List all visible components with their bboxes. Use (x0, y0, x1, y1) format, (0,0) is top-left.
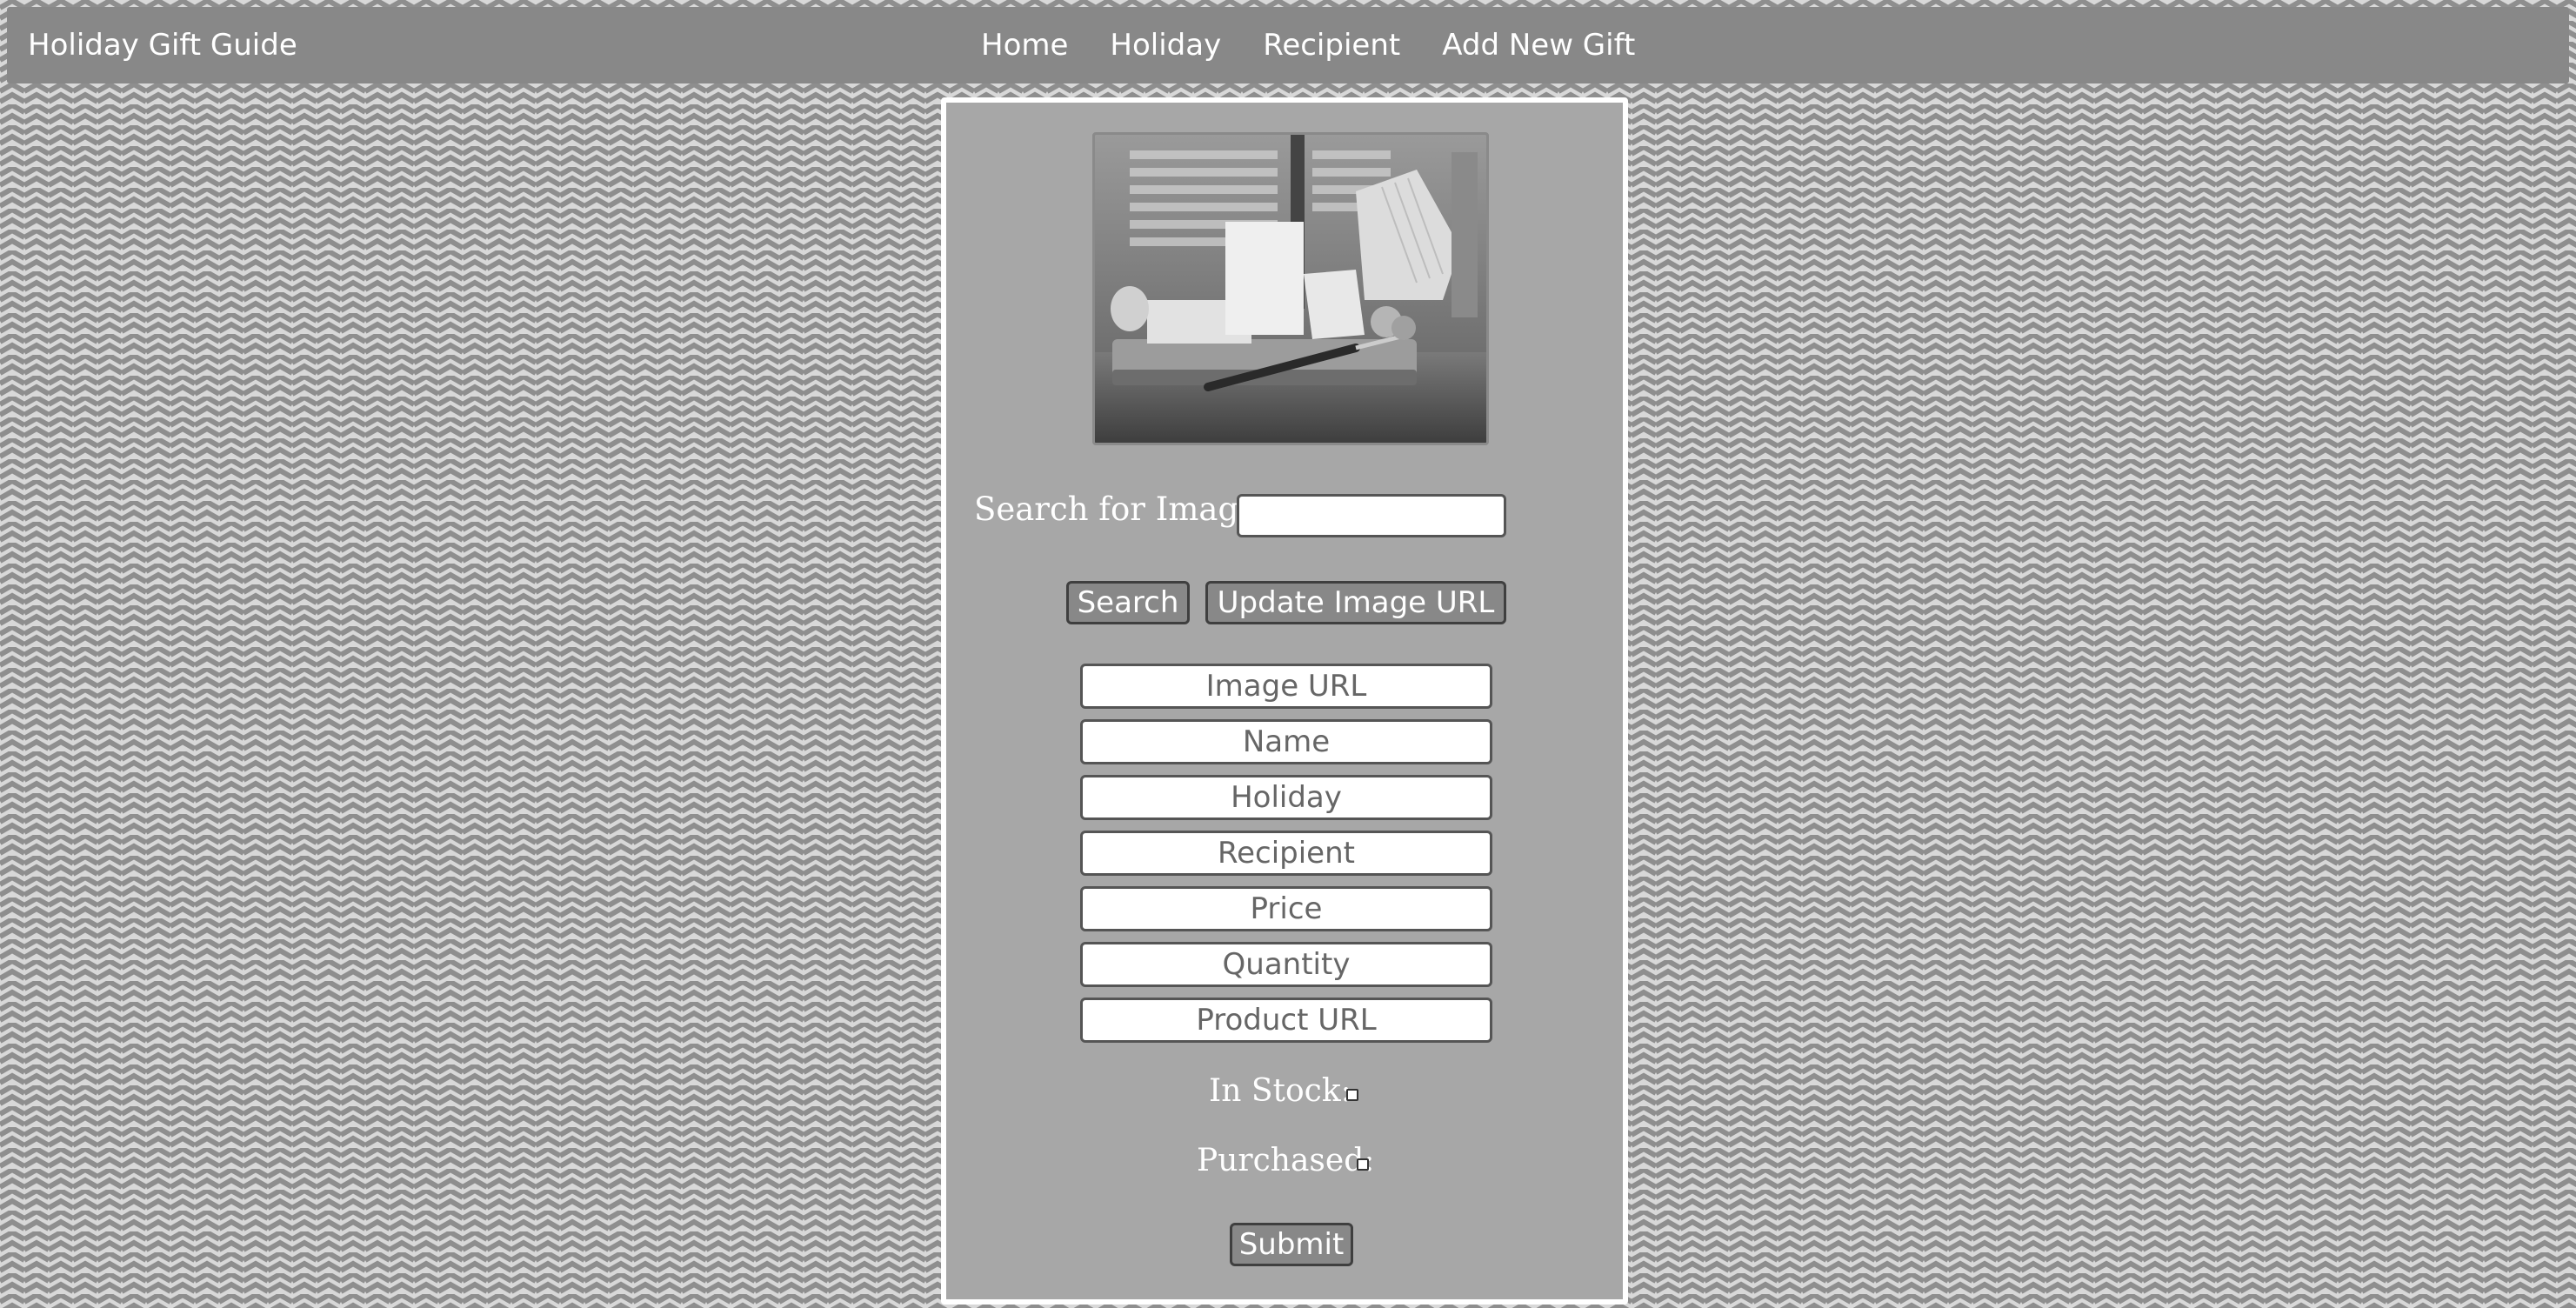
top-navbar: Holiday Gift Guide Home Holiday Recipien… (7, 7, 2569, 83)
nav-links: Home Holiday Recipient Add New Gift (981, 7, 1635, 83)
search-button[interactable]: Search (1066, 581, 1190, 624)
in-stock-label: In Stock: (1209, 1073, 1351, 1109)
product-url-input[interactable]: Product URL (1080, 998, 1492, 1043)
update-image-url-button[interactable]: Update Image URL (1205, 581, 1506, 624)
nav-recipient[interactable]: Recipient (1263, 28, 1400, 63)
name-input[interactable]: Name (1080, 719, 1492, 764)
nav-home[interactable]: Home (981, 28, 1068, 63)
image-url-input[interactable]: Image URL (1080, 664, 1492, 709)
holiday-input[interactable]: Holiday (1080, 775, 1492, 820)
submit-button[interactable]: Submit (1230, 1223, 1353, 1266)
brand-title[interactable]: Holiday Gift Guide (28, 7, 297, 83)
gift-image-preview (1092, 132, 1489, 445)
recipient-input[interactable]: Recipient (1080, 831, 1492, 876)
price-input[interactable]: Price (1080, 886, 1492, 931)
add-gift-form-panel: Search for Images: Search Update Image U… (941, 97, 1628, 1305)
in-stock-checkbox[interactable] (1346, 1089, 1358, 1101)
cheese-board-image (1095, 135, 1486, 443)
gift-fields: Image URL Name Holiday Recipient Price Q… (1080, 664, 1492, 1053)
quantity-input[interactable]: Quantity (1080, 942, 1492, 987)
nav-add-new-gift[interactable]: Add New Gift (1442, 28, 1635, 63)
purchased-checkbox[interactable] (1357, 1158, 1369, 1171)
purchased-label: Purchased: (1197, 1143, 1375, 1178)
search-images-input[interactable] (1237, 494, 1506, 537)
nav-holiday[interactable]: Holiday (1110, 28, 1221, 63)
